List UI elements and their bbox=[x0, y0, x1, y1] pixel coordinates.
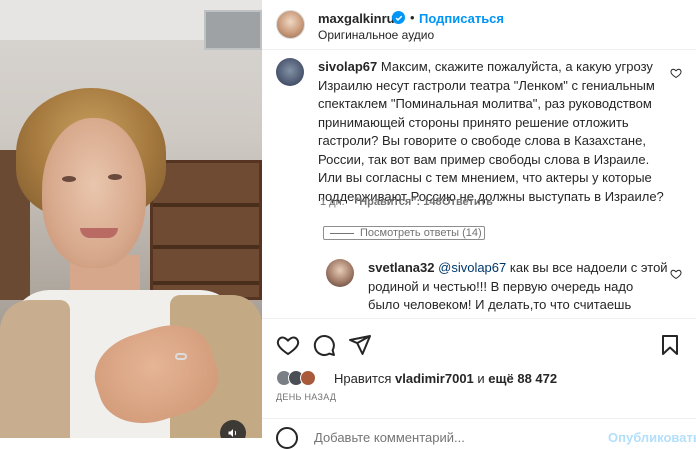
person-face bbox=[42, 118, 146, 268]
speaker-icon bbox=[228, 429, 237, 437]
comment-like-heart-icon[interactable] bbox=[670, 67, 682, 79]
person-ring bbox=[175, 353, 187, 360]
person-mouth bbox=[80, 228, 118, 238]
comment-body: sivolap67 Максим, скажите пожалуйста, а … bbox=[318, 58, 670, 206]
liker-username[interactable]: vladimir7001 bbox=[395, 371, 474, 386]
comment-text: Максим, скажите пожалуйста, а какую угро… bbox=[318, 59, 664, 204]
commenter-avatar[interactable] bbox=[326, 259, 354, 287]
view-replies-button[interactable]: Посмотреть ответы (14) bbox=[323, 226, 485, 240]
author-username[interactable]: maxgalkinru bbox=[318, 11, 395, 26]
original-audio-link[interactable]: Оригинальное аудио bbox=[318, 28, 434, 42]
like-heart-icon[interactable] bbox=[276, 333, 300, 357]
separator-dot: • bbox=[410, 10, 415, 25]
video-background bbox=[150, 160, 262, 300]
replies-divider-line bbox=[330, 233, 354, 234]
commenter-avatar[interactable] bbox=[276, 58, 304, 86]
likes-prefix: Нравится bbox=[334, 371, 392, 386]
likes-conjunction: и bbox=[477, 371, 485, 386]
reply-button[interactable]: Ответить bbox=[442, 196, 493, 208]
add-comment-bar: Опубликовать bbox=[262, 418, 696, 449]
person-vest bbox=[0, 300, 70, 438]
verified-badge-icon bbox=[392, 11, 405, 24]
likes-text: Нравится vladimir7001 и ещё 88 472 bbox=[334, 371, 557, 386]
comment-username[interactable]: svetlana32 bbox=[368, 260, 435, 275]
person-eye bbox=[62, 176, 76, 182]
comment-mention[interactable]: @sivolap67 bbox=[438, 260, 506, 275]
share-paper-plane-icon[interactable] bbox=[348, 333, 372, 357]
emoji-icon[interactable] bbox=[276, 427, 298, 449]
bookmark-icon[interactable] bbox=[658, 333, 682, 357]
post-side-panel: maxgalkinru • Подписаться Оригинальное а… bbox=[262, 0, 696, 449]
post-timestamp[interactable]: ДЕНЬ НАЗАД bbox=[276, 392, 336, 402]
comment-likes-count[interactable]: "Нравится": 148 bbox=[354, 196, 442, 208]
comment-username[interactable]: sivolap67 bbox=[318, 59, 377, 74]
post-video[interactable] bbox=[0, 0, 262, 438]
video-background bbox=[204, 10, 262, 50]
person-eye bbox=[108, 174, 122, 180]
comments-list[interactable]: sivolap67 Максим, скажите пожалуйста, а … bbox=[262, 50, 696, 318]
comment-like-heart-icon[interactable] bbox=[670, 268, 682, 280]
comment-body: svetlana32 @sivolap67 как вы все надоели… bbox=[368, 259, 668, 318]
author-avatar[interactable] bbox=[276, 10, 305, 39]
view-replies-label: Посмотреть ответы (14) bbox=[360, 227, 482, 239]
comment-bubble-icon[interactable] bbox=[312, 333, 336, 357]
likes-summary: Нравится vladimir7001 и ещё 88 472 bbox=[276, 370, 696, 388]
follow-button[interactable]: Подписаться bbox=[419, 11, 504, 26]
instagram-post: maxgalkinru • Подписаться Оригинальное а… bbox=[0, 0, 696, 449]
likes-count-link[interactable]: ещё 88 472 bbox=[488, 371, 557, 386]
post-actions-bar bbox=[262, 318, 696, 370]
post-header: maxgalkinru • Подписаться Оригинальное а… bbox=[262, 0, 696, 50]
liker-avatar bbox=[300, 370, 316, 386]
comment-time[interactable]: 1 дн. bbox=[320, 196, 345, 208]
